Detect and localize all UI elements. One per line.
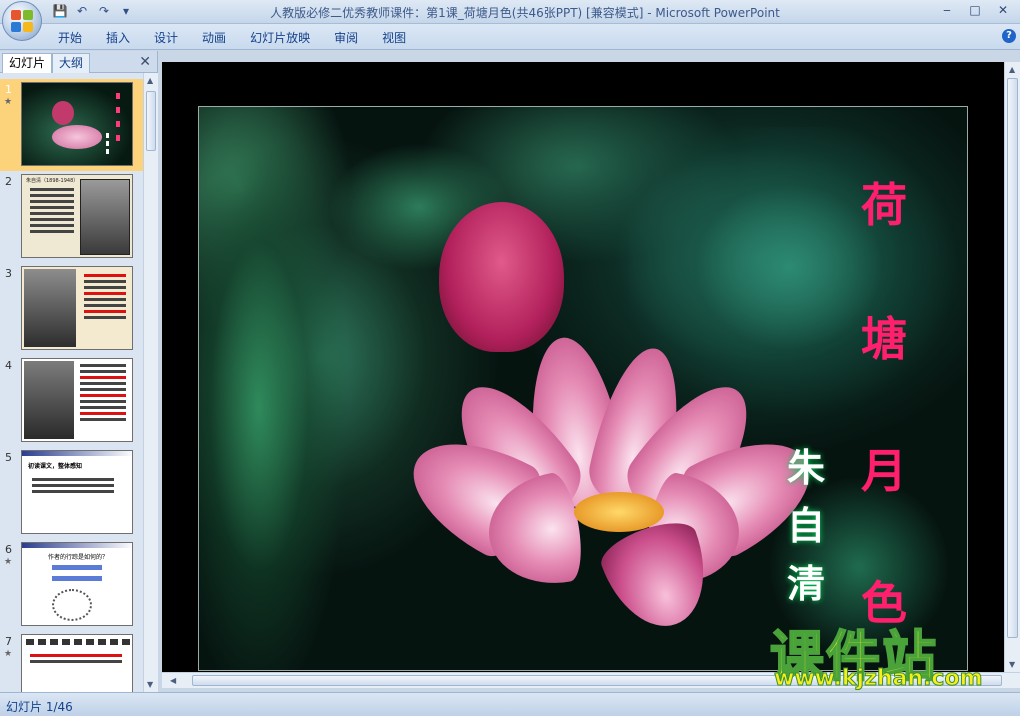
thumb-heading: 作者的行踪是如何的？ [48, 554, 109, 561]
maximize-icon[interactable]: □ [962, 1, 988, 19]
thumbnail-row[interactable]: 2 朱自清（1898-1948） [0, 171, 143, 263]
slide-number: 1 [5, 83, 12, 96]
panel-tabs: 幻灯片 大纲 ✕ [0, 51, 157, 73]
thumbnail-row[interactable]: 6 ★ 作者的行踪是如何的？ [0, 539, 143, 631]
thumbnail-list: 1 ★ 2 朱自清（1898-1948） 3 4 5 初读课文，整体感知 6 ★… [0, 73, 143, 692]
thumbnail-row[interactable]: 7 ★ [0, 631, 143, 692]
office-button[interactable] [2, 1, 42, 41]
slide-thumbnail[interactable] [21, 358, 133, 442]
watermark-url: www.kjzhan.com [774, 666, 984, 692]
slide-number: 3 [5, 267, 12, 280]
thumb-heading: 朱自清（1898-1948） [26, 178, 79, 184]
scroll-left-icon[interactable]: ◀ [170, 676, 176, 685]
help-icon[interactable]: ? [1002, 29, 1016, 43]
tab-slides[interactable]: 幻灯片 [2, 53, 53, 73]
slide-author-char: 朱 [787, 446, 826, 490]
slide-number: 6 [5, 543, 12, 556]
slide-thumbnail[interactable] [21, 266, 133, 350]
slide-editor: 荷 塘 月 色 朱 自 清 [162, 62, 1004, 672]
slide-title-char: 月 [861, 444, 907, 498]
minimize-icon[interactable]: ‒ [934, 1, 960, 19]
scroll-down-icon[interactable]: ▼ [147, 680, 153, 689]
slides-panel: 幻灯片 大纲 ✕ 1 ★ 2 朱自清（1898-1948） 3 4 5 初读课文… [0, 51, 158, 692]
slide-number: 2 [5, 175, 12, 188]
thumbnail-row[interactable]: 1 ★ [0, 79, 143, 171]
slide-number: 7 [5, 635, 12, 648]
slide-thumbnail[interactable] [21, 82, 133, 166]
slide-author-char: 自 [787, 504, 826, 548]
editor-vertical-scrollbar[interactable]: ▲ ▼ [1004, 62, 1020, 672]
tab-view[interactable]: 视图 [370, 29, 418, 47]
ribbon: 开始 插入 设计 动画 幻灯片放映 审阅 视图 ? [0, 24, 1020, 50]
slide-canvas[interactable]: 荷 塘 月 色 朱 自 清 [198, 106, 968, 671]
scroll-up-icon[interactable]: ▲ [1009, 65, 1015, 74]
tab-animations[interactable]: 动画 [190, 29, 238, 47]
thumbnail-row[interactable]: 4 [0, 355, 143, 447]
animation-icon: ★ [4, 557, 13, 567]
scroll-thumb[interactable] [1007, 78, 1018, 638]
slide-number: 5 [5, 451, 12, 464]
slide-author-char: 清 [787, 562, 826, 606]
slide-title-char: 塘 [861, 312, 907, 366]
panel-scrollbar[interactable]: ▲ ▼ [143, 73, 158, 692]
slide-counter: 幻灯片 1/46 [6, 700, 73, 714]
close-icon[interactable]: ✕ [990, 1, 1016, 19]
thumb-heading: 初读课文，整体感知 [28, 463, 83, 470]
window-title: 人教版必修二优秀教师课件：第1课_荷塘月色(共46张PPT) [兼容模式] - … [270, 6, 780, 20]
scroll-up-icon[interactable]: ▲ [147, 76, 153, 85]
tab-home[interactable]: 开始 [46, 29, 94, 47]
slide-thumbnail[interactable] [21, 634, 133, 692]
tab-review[interactable]: 审阅 [322, 29, 370, 47]
lotus-bud-image [439, 202, 564, 352]
title-bar: 💾 ↶ ↷ ▾ 人教版必修二优秀教师课件：第1课_荷塘月色(共46张PPT) [… [0, 0, 1020, 41]
leaf-shape [629, 127, 967, 447]
close-panel-icon[interactable]: ✕ [139, 54, 151, 70]
scroll-thumb[interactable] [146, 91, 156, 151]
slide-thumbnail[interactable]: 作者的行踪是如何的？ [21, 542, 133, 626]
tab-insert[interactable]: 插入 [94, 29, 142, 47]
animation-icon: ★ [4, 97, 13, 107]
tab-design[interactable]: 设计 [142, 29, 190, 47]
window-controls: ‒ □ ✕ [934, 1, 1016, 19]
animation-icon: ★ [4, 649, 13, 659]
status-bar: 幻灯片 1/46 [0, 692, 1020, 716]
tab-outline[interactable]: 大纲 [52, 53, 91, 73]
slide-thumbnail[interactable]: 初读课文，整体感知 [21, 450, 133, 534]
tab-slideshow[interactable]: 幻灯片放映 [238, 29, 322, 47]
slide-number: 4 [5, 359, 12, 372]
thumbnail-row[interactable]: 3 [0, 263, 143, 355]
scroll-down-icon[interactable]: ▼ [1009, 660, 1015, 669]
slide-title-char: 荷 [861, 178, 907, 232]
slide-thumbnail[interactable]: 朱自清（1898-1948） [21, 174, 133, 258]
thumbnail-row[interactable]: 5 初读课文，整体感知 [0, 447, 143, 539]
office-logo-icon [11, 10, 33, 32]
ribbon-tabs: 开始 插入 设计 动画 幻灯片放映 审阅 视图 [46, 29, 418, 47]
